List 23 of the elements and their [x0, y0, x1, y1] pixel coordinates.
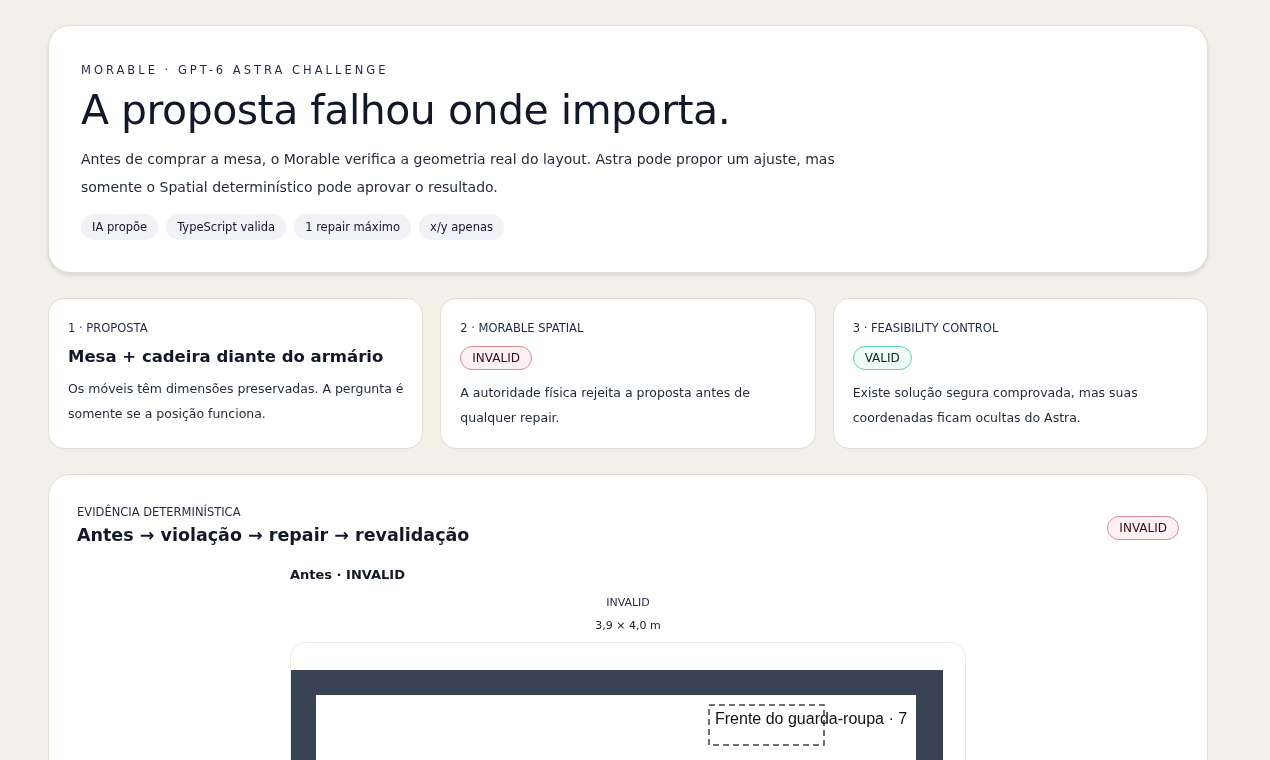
status-badge: INVALID [460, 346, 532, 371]
section-eyebrow: EVIDÊNCIA DETERMINÍSTICA [77, 505, 241, 520]
step-title: Mesa + cadeira diante do armário [68, 347, 384, 367]
zone-label: Frente do guarda-roupa · 7 [715, 710, 908, 728]
status-badge: VALID [852, 346, 912, 371]
section-title: Antes → violação → repair → revalidação [77, 525, 470, 546]
step-label: 2 · MORABLE SPATIAL [460, 321, 584, 336]
eyebrow-label: MORABLE · GPT-6 ASTRA CHALLENGE [81, 63, 389, 77]
step-label: 3 · FEASIBILITY CONTROL [852, 321, 999, 336]
step-description: Os móveis têm dimensões preservadas. A pergunta é somente se a posição funciona. [68, 380, 405, 424]
lead-paragraph: Antes de comprar a mesa, o Morable verifica a geometria real do layout. Astra pode propor um ajuste, mas somente o Spatial determinístico pode aprovar o resultado. [81, 150, 836, 198]
step-description: Existe solução segura comprovada, mas suas coordenadas ficam ocultas do Astra. [852, 384, 1139, 428]
status-badge: INVALID [1107, 516, 1179, 541]
tag-chip: TypeScript valida [166, 214, 287, 241]
tag-chip: x/y apenas [419, 214, 504, 241]
step-description: A autoridade física rejeita a proposta antes de qualquer repair. [460, 384, 751, 428]
page-title: A proposta falhou onde importa. [81, 86, 732, 136]
panel-title: Antes · INVALID [290, 567, 405, 583]
tag-chip: 1 repair máximo [294, 214, 412, 241]
plan-status: INVALID [606, 596, 650, 610]
room-dimensions: 3,9 × 4,0 m [595, 619, 661, 633]
step-label: 1 · PROPOSTA [68, 321, 148, 336]
tag-chip: IA propõe [81, 214, 159, 241]
